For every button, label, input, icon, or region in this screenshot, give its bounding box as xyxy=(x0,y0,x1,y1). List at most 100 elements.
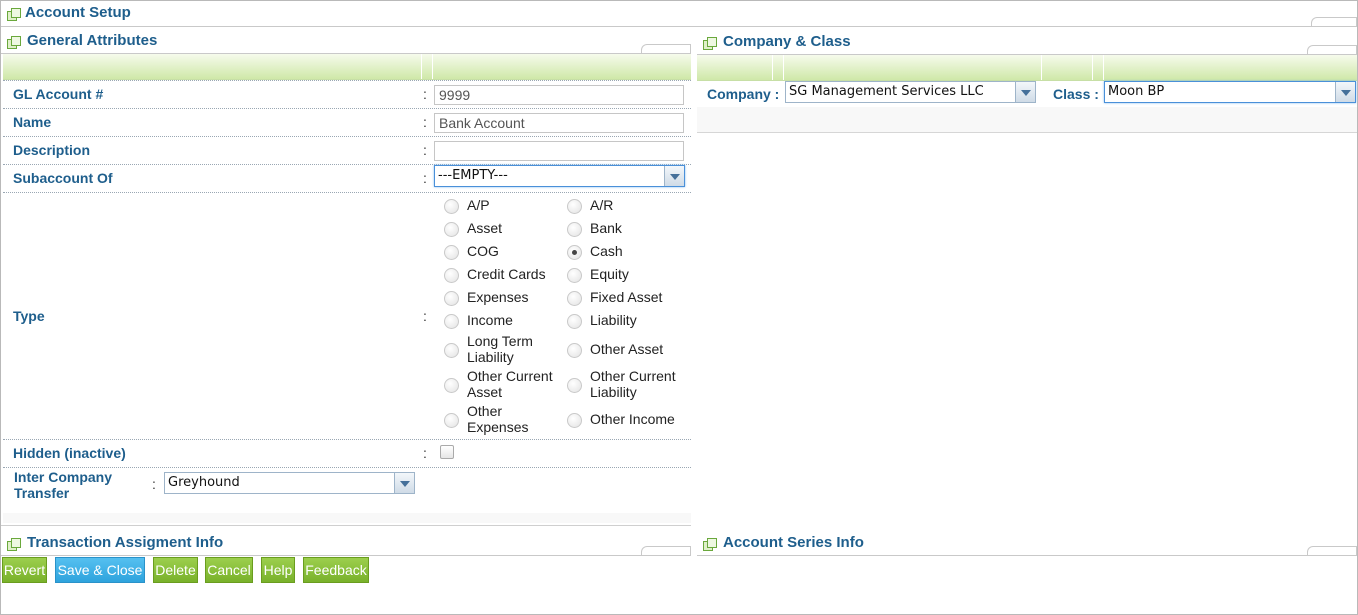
subaccount-select[interactable]: ---EMPTY--- xyxy=(434,165,685,187)
row-divider xyxy=(3,467,691,468)
type-radio-asset[interactable] xyxy=(444,222,459,237)
company-class-header: Company & Class xyxy=(697,29,1357,55)
transaction-info-header: Transaction Assigment Info xyxy=(1,530,691,556)
type-label-other-current-asset: Other Current Asset xyxy=(467,368,553,400)
type-label-equity: Equity xyxy=(590,266,629,282)
company-header-band xyxy=(697,55,1357,81)
type-radio-equity[interactable] xyxy=(567,268,582,283)
class-select[interactable]: Moon BP xyxy=(1104,81,1356,103)
subaccount-value: ---EMPTY--- xyxy=(438,168,508,183)
type-label-other-current-liability: Other Current Liability xyxy=(590,368,676,400)
inter-company-value: Greyhound xyxy=(168,475,240,490)
type-radio-credit-cards[interactable] xyxy=(444,268,459,283)
type-radio-other-expenses[interactable] xyxy=(444,413,459,428)
type-label-other-expenses: Other Expenses xyxy=(467,403,529,435)
type-radio-other-asset[interactable] xyxy=(567,343,582,358)
gl-account-label: GL Account # xyxy=(13,86,104,102)
colon: : xyxy=(152,476,156,492)
type-radio-cash[interactable] xyxy=(567,245,582,260)
type-radio-other-current-liability[interactable] xyxy=(567,378,582,393)
type-radio-ap[interactable] xyxy=(444,199,459,214)
type-label-other-income: Other Income xyxy=(590,411,675,427)
colon: : xyxy=(423,308,427,324)
colon: : xyxy=(423,142,427,158)
colon: : xyxy=(423,445,427,461)
type-radio-other-current-asset[interactable] xyxy=(444,378,459,393)
hidden-label: Hidden (inactive) xyxy=(13,445,126,461)
class-value: Moon BP xyxy=(1108,84,1165,99)
description-input[interactable] xyxy=(434,141,684,161)
type-label-ap: A/P xyxy=(467,197,490,213)
feedback-button[interactable]: Feedback xyxy=(303,557,369,583)
company-label: Company : xyxy=(707,86,780,102)
type-radio-expenses[interactable] xyxy=(444,291,459,306)
general-header-band xyxy=(3,54,691,80)
company-pane-footer xyxy=(697,107,1357,133)
divider xyxy=(697,555,1357,556)
window-stack-icon xyxy=(7,538,21,551)
gl-account-input[interactable]: 9999 xyxy=(434,85,684,105)
type-label: Type xyxy=(13,308,45,324)
hidden-checkbox[interactable] xyxy=(440,445,454,459)
type-label-asset: Asset xyxy=(467,220,503,236)
account-series-header: Account Series Info xyxy=(697,530,1357,556)
window-header: Account Setup xyxy=(1,1,1357,27)
cancel-button[interactable]: Cancel xyxy=(205,557,253,583)
subaccount-label: Subaccount Of xyxy=(13,170,113,186)
window-stack-icon xyxy=(7,36,21,49)
chevron-down-icon[interactable] xyxy=(1015,82,1035,102)
type-label-fixed-asset: Fixed Asset xyxy=(590,289,663,305)
type-radio-liability[interactable] xyxy=(567,314,582,329)
section-title-transaction: Transaction Assigment Info xyxy=(27,534,224,551)
type-label-expenses: Expenses xyxy=(467,289,529,305)
type-radio-fixed-asset[interactable] xyxy=(567,291,582,306)
row-divider xyxy=(3,136,691,137)
company-value: SG Management Services LLC xyxy=(789,84,984,99)
divider xyxy=(1,26,1357,27)
save-close-button[interactable]: Save & Close xyxy=(55,557,145,583)
divider xyxy=(1,525,691,526)
type-radio-long-term-liability[interactable] xyxy=(444,343,459,358)
chevron-down-icon[interactable] xyxy=(1335,82,1355,102)
name-input[interactable]: Bank Account xyxy=(434,113,684,133)
revert-button[interactable]: Revert xyxy=(2,557,47,583)
type-label-liability: Liability xyxy=(590,312,637,328)
type-radio-other-income[interactable] xyxy=(567,413,582,428)
row-divider xyxy=(3,80,691,81)
type-radio-bank[interactable] xyxy=(567,222,582,237)
type-radio-income[interactable] xyxy=(444,314,459,329)
type-label-long-term-liability: Long Term Liability xyxy=(467,333,533,365)
section-title-company-class: Company & Class xyxy=(723,33,851,50)
description-label: Description xyxy=(13,142,91,158)
window-stack-icon xyxy=(7,8,21,21)
section-title-general: General Attributes xyxy=(27,32,158,49)
window-stack-icon xyxy=(703,37,717,50)
type-label-income: Income xyxy=(467,312,513,328)
type-radio-ar[interactable] xyxy=(567,199,582,214)
colon: : xyxy=(423,86,427,102)
delete-button[interactable]: Delete xyxy=(153,557,198,583)
type-label-bank: Bank xyxy=(590,220,622,236)
pane-footer xyxy=(3,513,691,523)
type-label-cash: Cash xyxy=(590,243,623,259)
row-divider xyxy=(3,439,691,440)
row-divider xyxy=(3,192,691,193)
type-label-cog: COG xyxy=(467,243,499,259)
class-label: Class : xyxy=(1053,86,1099,102)
company-select[interactable]: SG Management Services LLC xyxy=(785,81,1036,103)
inter-company-select[interactable]: Greyhound xyxy=(164,472,415,494)
type-label-credit-cards: Credit Cards xyxy=(467,266,546,282)
chevron-down-icon[interactable] xyxy=(394,473,414,493)
account-setup-window: Account Setup General Attributes Company… xyxy=(0,0,1358,615)
name-label: Name xyxy=(13,114,52,130)
help-button[interactable]: Help xyxy=(261,557,295,583)
divider xyxy=(1,555,691,556)
type-radio-cog[interactable] xyxy=(444,245,459,260)
type-label-ar: A/R xyxy=(590,197,614,213)
colon: : xyxy=(423,170,427,186)
type-label-other-asset: Other Asset xyxy=(590,341,664,357)
section-title-series: Account Series Info xyxy=(723,534,864,551)
inter-company-label: Inter Company Transfer xyxy=(14,469,113,501)
general-attributes-header: General Attributes xyxy=(1,28,691,54)
chevron-down-icon[interactable] xyxy=(664,166,684,186)
